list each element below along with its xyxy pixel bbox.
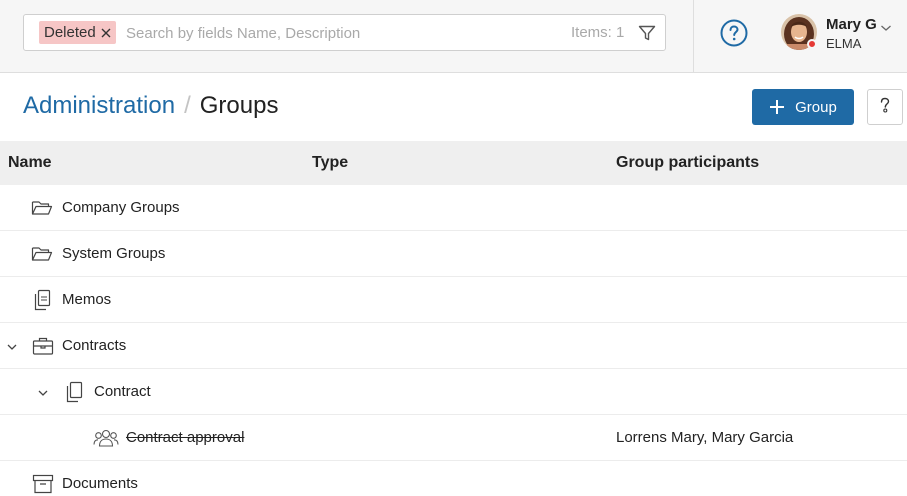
table-row[interactable]: Contracts — [0, 323, 907, 369]
copy-documents-icon — [32, 289, 54, 311]
top-bar: Deleted Items: 1 Mary G — [0, 0, 907, 73]
table-row[interactable]: Contract approval Lorrens Mary, Mary Gar… — [0, 415, 907, 461]
question-icon — [878, 96, 892, 119]
help-icon[interactable] — [720, 19, 748, 47]
row-name[interactable]: Memos — [62, 291, 111, 308]
filter-chip-deleted[interactable]: Deleted — [39, 21, 116, 44]
row-name[interactable]: System Groups — [62, 245, 165, 262]
table-row[interactable]: Documents — [0, 461, 907, 496]
archive-box-icon — [32, 473, 54, 495]
row-name[interactable]: Contracts — [62, 337, 126, 354]
row-name[interactable]: Documents — [62, 475, 138, 492]
folder-open-icon — [31, 243, 53, 265]
search-input[interactable] — [126, 22, 546, 44]
table-row[interactable]: Contract — [0, 369, 907, 415]
column-header-name[interactable]: Name — [8, 154, 52, 172]
briefcase-icon — [32, 335, 54, 357]
search-box[interactable]: Deleted Items: 1 — [23, 14, 666, 51]
chevron-down-icon[interactable] — [37, 386, 49, 398]
chevron-down-icon[interactable] — [6, 340, 18, 352]
row-name[interactable]: Company Groups — [62, 199, 180, 216]
breadcrumb-administration[interactable]: Administration — [23, 92, 175, 120]
column-header-participants[interactable]: Group participants — [616, 154, 759, 172]
user-org: ELMA — [826, 36, 862, 51]
user-name[interactable]: Mary G — [826, 16, 877, 33]
filter-icon[interactable] — [637, 23, 657, 43]
column-header-type[interactable]: Type — [312, 154, 348, 172]
breadcrumb-separator: / — [184, 92, 191, 119]
add-group-button[interactable]: Group — [752, 89, 854, 125]
divider — [693, 0, 694, 73]
table-row[interactable]: Memos — [0, 277, 907, 323]
items-count: Items: 1 — [571, 24, 625, 41]
group-users-icon — [93, 427, 119, 449]
row-participants: Lorrens Mary, Mary Garcia — [616, 429, 794, 446]
table-row[interactable]: Company Groups — [0, 185, 907, 231]
row-name[interactable]: Contract — [94, 383, 151, 400]
folder-open-icon — [31, 197, 53, 219]
filter-chip-label: Deleted — [44, 24, 96, 41]
table-row[interactable]: System Groups — [0, 231, 907, 277]
row-name[interactable]: Contract approval — [126, 429, 244, 446]
chevron-down-icon[interactable] — [880, 20, 892, 31]
page-help-button[interactable] — [867, 89, 903, 125]
breadcrumb: Administration / Groups — [23, 92, 278, 120]
status-dot — [807, 39, 817, 49]
copy-documents-icon — [64, 381, 86, 403]
table-header: Name Type Group participants — [0, 141, 907, 185]
close-icon[interactable] — [100, 27, 112, 39]
plus-icon — [769, 99, 785, 115]
page-title: Groups — [199, 92, 279, 119]
add-group-label: Group — [795, 98, 837, 116]
